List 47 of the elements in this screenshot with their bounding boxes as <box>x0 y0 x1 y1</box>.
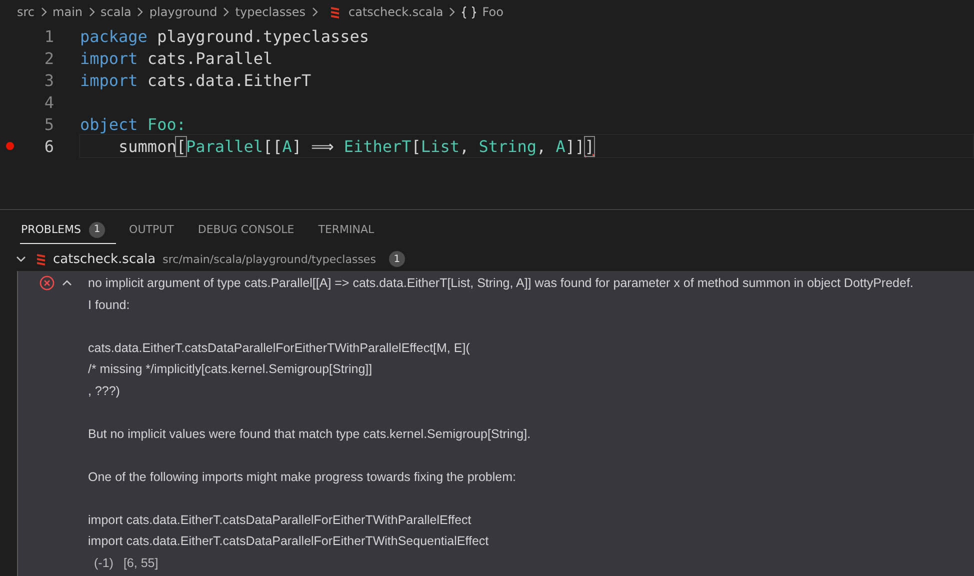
panel-tab[interactable]: PROBLEMS 1 <box>20 216 116 244</box>
breadcrumb-item[interactable]: scala <box>100 5 132 19</box>
breadcrumb-item[interactable]: typeclasses <box>235 5 306 19</box>
error-position: [6, 55] <box>123 554 158 572</box>
line-number: 1 <box>43 26 54 46</box>
code-line: object Foo: <box>80 114 186 134</box>
chevron-right-icon <box>222 7 230 17</box>
breadcrumb-item[interactable]: src <box>17 5 35 19</box>
message-line: cats.data.EitherT.catsDataParallelForEitherTWithParallelEffect[M, E]( <box>88 340 471 357</box>
code-line: import cats.data.EitherT <box>80 70 312 90</box>
code-line: import cats.Parallel <box>80 48 273 68</box>
breadcrumb-item[interactable]: playground <box>149 5 218 19</box>
file-path: src/main/scala/playground/typeclasses <box>162 252 376 266</box>
line-number: 4 <box>43 92 54 112</box>
code-line: package playground.typeclasses <box>80 26 369 46</box>
breadcrumb-item[interactable]: main <box>52 5 83 19</box>
panel-tab[interactable]: OUTPUT <box>128 216 185 244</box>
error-icon <box>39 275 55 291</box>
line-number: 2 <box>43 48 54 68</box>
code-line: summon[Parallel[[A] ⟹ EitherT[List, String, A]]] <box>118 136 594 156</box>
chevron-right-icon <box>88 7 96 17</box>
error-code: (-1) <box>94 554 114 572</box>
breakpoint-dot[interactable] <box>6 142 14 150</box>
panel-tab[interactable]: TERMINAL <box>317 216 386 244</box>
chevron-right-icon <box>136 7 144 17</box>
message-line: no implicit argument of type cats.Parallel[[A] => cats.data.EitherT[List, String, A]] was found for parameter x of method summon in object DottyPredef. <box>88 275 914 292</box>
problem-count: 1 <box>388 251 405 267</box>
chevron-right-icon <box>40 7 48 17</box>
chevron-right-icon <box>310 7 319 17</box>
message-line: One of the following imports might make progress towards fixing the problem: <box>88 468 517 486</box>
file-name: catscheck.scala <box>53 252 156 266</box>
message-line: import cats.data.EitherT.catsDataParallelForEitherTWithSequentialEffect <box>88 533 490 550</box>
breadcrumb-item[interactable]: catscheck.scala <box>348 5 444 19</box>
message-line: /* missing */implicitly[cats.kernel.Semigroup[String]] <box>88 361 374 378</box>
scala-file-icon <box>36 252 46 266</box>
message-line: , ???) <box>88 382 121 400</box>
message-line: I found: <box>88 296 131 314</box>
scala-file-icon <box>330 6 340 18</box>
braces-icon <box>461 6 478 18</box>
line-number: 5 <box>43 114 54 134</box>
line-number: 6 <box>43 136 54 156</box>
breadcrumb-item[interactable]: Foo <box>482 5 504 19</box>
line-number: 3 <box>43 70 54 90</box>
chevron-right-icon <box>448 7 456 17</box>
panel-tab[interactable]: DEBUG CONSOLE <box>196 216 306 244</box>
message-line: But no implicit values were found that match type cats.kernel.Semigroup[String]. <box>88 426 532 443</box>
message-line: import cats.data.EitherT.catsDataParallelForEitherTWithParallelEffect <box>88 512 472 529</box>
